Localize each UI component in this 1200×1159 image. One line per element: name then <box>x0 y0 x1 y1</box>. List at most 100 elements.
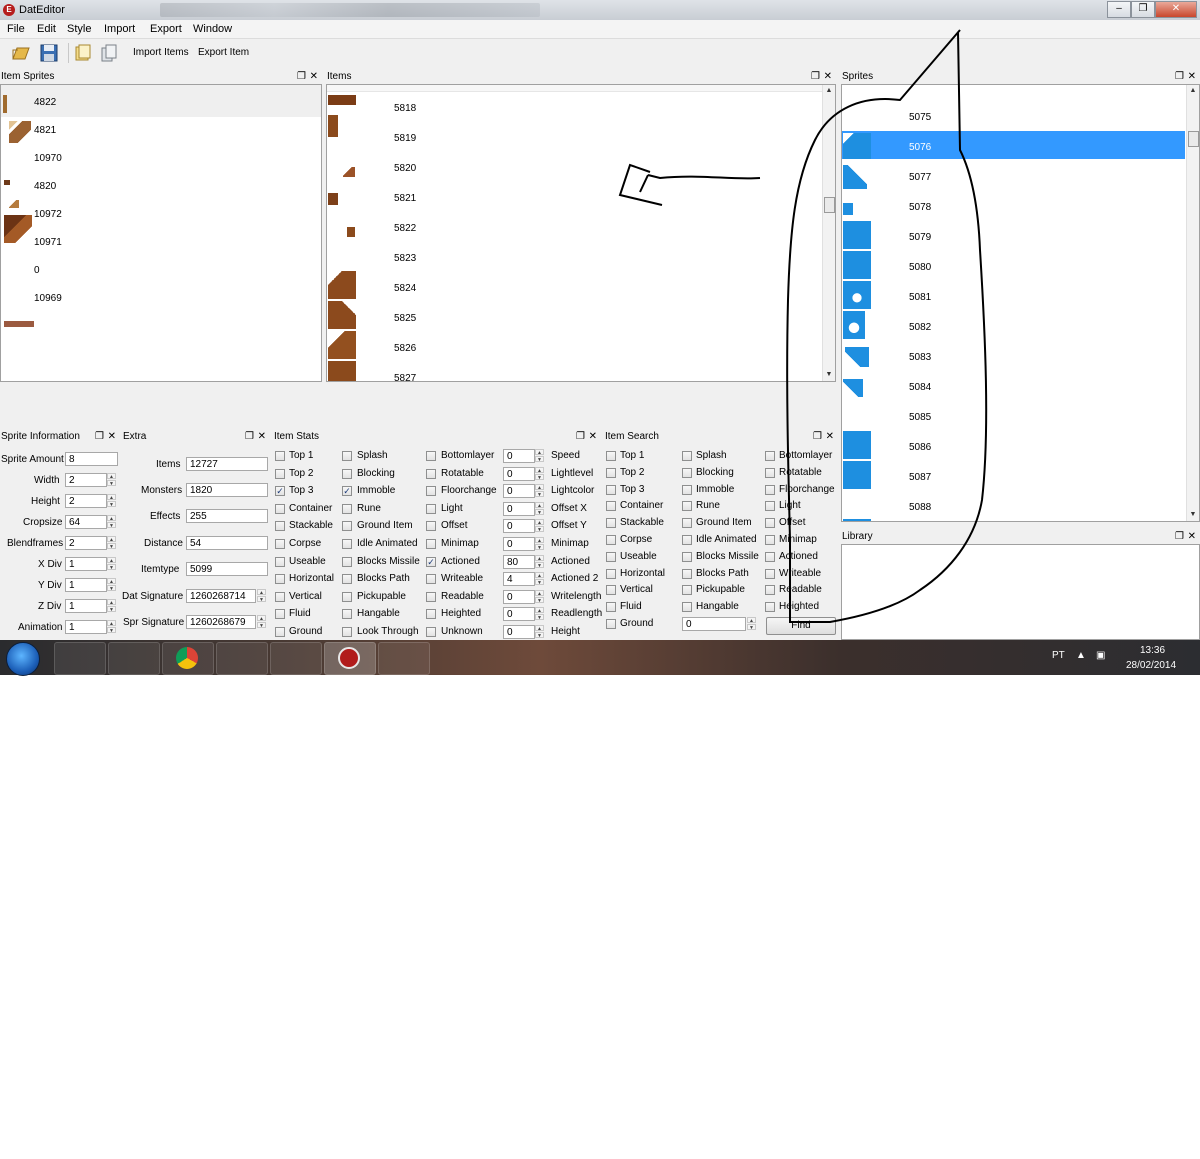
search-checkbox-ground-item[interactable] <box>682 518 692 529</box>
stepper-up-icon[interactable]: ▲ <box>535 554 544 562</box>
menu-export[interactable]: Export <box>150 23 182 35</box>
sprites-list[interactable]: 5075 5076 5077 5078 5079 5080 5081 5082 … <box>841 84 1200 522</box>
checkbox-actioned[interactable]: ✓ <box>426 556 436 567</box>
checkbox-look-through[interactable] <box>342 627 352 637</box>
value-field-readlength[interactable]: 0 <box>503 607 535 622</box>
list-item[interactable]: 5078 <box>909 202 931 213</box>
library-content[interactable] <box>841 544 1200 640</box>
scroll-up-icon[interactable]: ▲ <box>823 85 835 97</box>
search-checkbox-readable[interactable] <box>765 585 775 596</box>
y-div-stepper[interactable]: ▲ ▼ <box>107 578 116 592</box>
control-panel-taskbar-icon[interactable] <box>216 642 268 675</box>
list-item[interactable]: 5819 <box>394 133 416 144</box>
checkbox-minimap[interactable] <box>426 539 436 549</box>
items-scrollbar[interactable]: ▲ ▼ <box>822 85 835 381</box>
blendframes-field[interactable]: 2 <box>65 536 107 550</box>
value-stepper[interactable]: ▲ ▼ <box>535 607 544 621</box>
search-checkbox-writeable[interactable] <box>765 568 775 579</box>
value-field-lightcolor[interactable]: 0 <box>503 484 535 499</box>
checkbox-fluid[interactable] <box>275 609 285 620</box>
stepper-down-icon[interactable]: ▼ <box>535 561 544 569</box>
stepper-up-icon[interactable]: ▲ <box>535 625 544 632</box>
close-icon[interactable]: ✕ <box>824 70 832 84</box>
list-item[interactable]: 5084 <box>909 382 931 393</box>
height-field[interactable]: 2 <box>65 494 107 508</box>
list-item[interactable]: 5824 <box>394 283 416 294</box>
checkbox-splash[interactable] <box>342 451 352 461</box>
search-checkbox-blocking[interactable] <box>682 467 692 478</box>
list-item[interactable]: 5079 <box>909 232 931 243</box>
clock-time[interactable]: 13:36 <box>1140 645 1165 656</box>
import-items-button[interactable]: Import Items <box>133 47 189 58</box>
ground-value-field[interactable]: 0 <box>682 617 746 631</box>
search-checkbox-container[interactable] <box>606 501 616 512</box>
checkbox-horizontal[interactable] <box>275 574 285 585</box>
checkbox-unknown[interactable] <box>426 627 436 637</box>
value-field-actioned-2[interactable]: 4 <box>503 572 535 587</box>
sprites-scrollbar[interactable]: ▲ ▼ <box>1186 85 1199 521</box>
itemtype-field[interactable]: 5099 <box>186 562 268 576</box>
copy-files-icon[interactable] <box>98 42 120 64</box>
height-stepper[interactable]: ▲ ▼ <box>107 494 116 508</box>
export-item-button[interactable]: Export Item <box>198 47 249 58</box>
float-icon[interactable]: ❐ <box>95 430 104 444</box>
search-checkbox-splash[interactable] <box>682 451 692 461</box>
list-item[interactable]: 5077 <box>909 172 931 183</box>
value-field-speed[interactable]: 0 <box>503 449 535 463</box>
scrollbar-thumb[interactable] <box>1188 131 1199 147</box>
search-checkbox-ground[interactable] <box>606 619 616 629</box>
search-checkbox-floorchange[interactable] <box>765 484 775 495</box>
list-item-selected[interactable]: 5076 <box>909 142 931 153</box>
search-checkbox-heighted[interactable] <box>765 602 775 613</box>
stepper-up-icon[interactable]: ▲ <box>535 572 544 579</box>
width-field[interactable]: 2 <box>65 473 107 487</box>
checkbox-container[interactable] <box>275 503 285 514</box>
checkbox-immoble[interactable]: ✓ <box>342 486 352 497</box>
value-stepper[interactable]: ▲ ▼ <box>535 537 544 551</box>
checkbox-vertical[interactable] <box>275 591 285 602</box>
close-icon[interactable]: ✕ <box>1188 70 1196 84</box>
list-item[interactable]: 10972 <box>34 209 62 220</box>
checkbox-rune[interactable] <box>342 503 352 514</box>
menu-edit[interactable]: Edit <box>37 23 56 35</box>
list-item[interactable]: 5088 <box>909 502 931 513</box>
search-checkbox-corpse[interactable] <box>606 535 616 545</box>
list-item[interactable]: 5818 <box>394 103 416 114</box>
float-icon[interactable]: ❐ <box>297 70 306 84</box>
dat-signature-field[interactable]: 1260268714 <box>186 589 256 603</box>
cropsize-stepper[interactable]: ▲ ▼ <box>107 515 116 529</box>
animation-field[interactable]: 1 <box>65 620 107 634</box>
search-checkbox-blocks-path[interactable] <box>682 568 692 579</box>
search-checkbox-hangable[interactable] <box>682 602 692 613</box>
list-item[interactable]: 5082 <box>909 322 931 333</box>
checkbox-useable[interactable] <box>275 556 285 567</box>
spr-signature-stepper[interactable]: ▲ ▼ <box>257 615 266 629</box>
search-checkbox-useable[interactable] <box>606 551 616 562</box>
value-stepper[interactable]: ▲ ▼ <box>535 519 544 533</box>
menu-file[interactable]: File <box>7 23 25 35</box>
search-checkbox-rune[interactable] <box>682 501 692 512</box>
value-stepper[interactable]: ▲ ▼ <box>535 554 544 569</box>
stepper-down-icon[interactable]: ▼ <box>535 632 544 639</box>
game-client-taskbar-icon[interactable] <box>378 642 430 675</box>
explorer-taskbar-icon[interactable] <box>270 642 322 675</box>
value-field-offset-y[interactable]: 0 <box>503 519 535 534</box>
scroll-down-icon[interactable]: ▼ <box>823 369 835 381</box>
stepper-down-icon[interactable]: ▼ <box>535 473 544 481</box>
checkbox-top-2[interactable] <box>275 468 285 479</box>
checkbox-blocks-path[interactable] <box>342 574 352 585</box>
x-div-stepper[interactable]: ▲ ▼ <box>107 557 116 571</box>
search-checkbox-fluid[interactable] <box>606 602 616 613</box>
items-count-field[interactable]: 12727 <box>186 457 268 471</box>
search-checkbox-vertical[interactable] <box>606 585 616 596</box>
close-icon[interactable]: ✕ <box>258 430 266 444</box>
checkbox-light[interactable] <box>426 503 436 514</box>
list-item[interactable]: 5086 <box>909 442 931 453</box>
save-icon[interactable] <box>38 42 60 64</box>
clock-date[interactable]: 28/02/2014 <box>1126 660 1176 671</box>
checkbox-floorchange[interactable] <box>426 486 436 497</box>
value-stepper[interactable]: ▲ ▼ <box>535 449 544 463</box>
stepper-up-icon[interactable]: ▲ <box>535 607 544 614</box>
scroll-down-icon[interactable]: ▼ <box>1187 509 1199 521</box>
checkbox-blocks-missile[interactable] <box>342 556 352 567</box>
